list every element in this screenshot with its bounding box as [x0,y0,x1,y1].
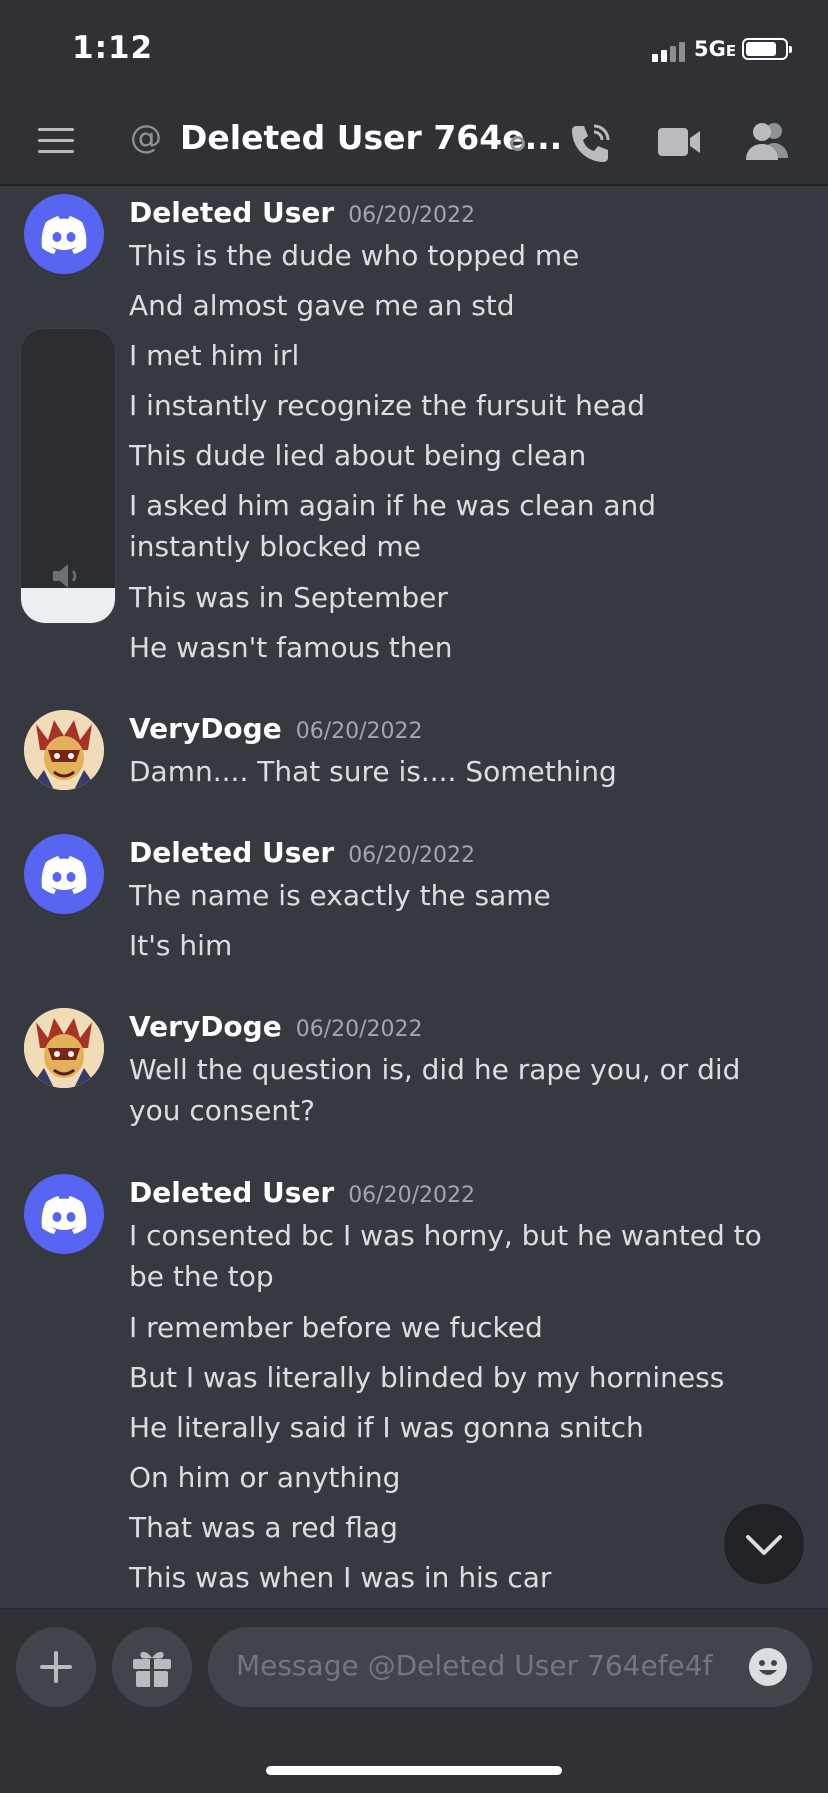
plus-icon [40,1651,72,1683]
message-text[interactable]: This is the dude who topped me [129,235,779,276]
clock: 1:12 [72,30,154,66]
discord-avatar[interactable] [24,194,104,274]
discord-logo-icon [41,856,87,894]
message-text[interactable]: I consented bc I was horny, but he wante… [129,1215,779,1297]
members-icon[interactable] [746,120,790,160]
at-icon: @ [130,118,162,156]
avatar-image [24,1008,104,1088]
message-text[interactable]: He wasn't famous then [129,627,779,668]
message-author[interactable]: Deleted User 06/20/2022 [129,1176,475,1209]
verydoge-avatar[interactable] [24,1008,104,1088]
message-text[interactable]: It's him [129,925,779,966]
gift-icon [133,1651,171,1687]
message-text[interactable]: The name is exactly the same [129,875,779,916]
message-list[interactable]: Deleted User 06/20/2022 This is the dude … [0,186,828,1606]
status-bar: 1:12 5GE [0,0,828,100]
avatar-image [24,710,104,790]
message-text[interactable]: Well the question is, did he rape you, o… [129,1049,779,1131]
volume-hud[interactable] [20,328,116,624]
channel-header: @ Deleted User 764e... [0,100,828,186]
network-indicator: 5GE [694,37,737,61]
battery-icon [742,38,792,60]
message-text[interactable]: On him or anything [129,1457,779,1498]
signal-icon [652,40,692,62]
message-timestamp: 06/20/2022 [348,203,475,228]
message-text[interactable]: This dude lied about being clean [129,435,779,476]
message-timestamp: 06/20/2022 [348,1183,475,1208]
jump-to-bottom-button[interactable] [724,1504,804,1584]
message-text[interactable]: He literally said if I was gonna snitch [129,1407,779,1448]
message-timestamp: 06/20/2022 [295,1017,423,1042]
message-text[interactable]: I asked him again if he was clean and in… [129,485,779,567]
message-text[interactable]: I instantly recognize the fursuit head [129,385,779,426]
verydoge-avatar[interactable] [24,710,104,790]
message-text[interactable]: I met him irl [129,335,779,376]
video-icon[interactable] [658,126,702,158]
message-author[interactable]: VeryDoge 06/20/2022 [129,1010,423,1043]
call-icon[interactable] [568,120,612,164]
discord-avatar[interactable] [24,1174,104,1254]
message-text[interactable]: Damn.... That sure is.... Something [129,751,779,792]
message-text[interactable]: This was when I was in his car [129,1557,779,1598]
message-text[interactable]: That was a red flag [129,1507,779,1548]
add-attachment-button[interactable] [16,1627,96,1707]
chevron-down-icon [746,1535,782,1555]
message-author[interactable]: VeryDoge 06/20/2022 [129,712,423,745]
message-text[interactable]: This was in September [129,577,779,618]
message-text[interactable]: I remember before we fucked [129,1307,779,1348]
discord-logo-icon [41,1196,87,1234]
message-author[interactable]: Deleted User 06/20/2022 [129,836,475,869]
emoji-icon[interactable] [748,1647,788,1687]
message-input[interactable]: Message @Deleted User 764efe4f [208,1627,812,1707]
gift-button[interactable] [112,1627,192,1707]
page-title[interactable]: Deleted User 764e... [180,118,562,157]
volume-level [21,588,115,623]
message-author[interactable]: Deleted User 06/20/2022 [129,196,475,229]
message-text[interactable]: And almost gave me an std [129,285,779,326]
offline-status-icon [510,136,525,151]
message-input-placeholder: Message @Deleted User 764efe4f [236,1649,713,1682]
speaker-icon [53,564,77,588]
message-timestamp: 06/20/2022 [348,843,475,868]
discord-avatar[interactable] [24,834,104,914]
message-text[interactable]: But I was literally blinded by my hornin… [129,1357,779,1398]
menu-icon[interactable] [38,128,74,154]
discord-logo-icon [41,216,87,254]
home-indicator[interactable] [266,1766,562,1775]
message-timestamp: 06/20/2022 [295,719,423,744]
